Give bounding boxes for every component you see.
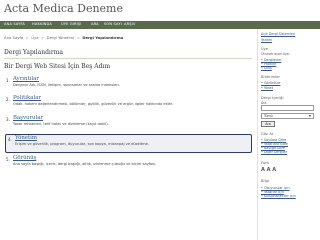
site-title[interactable]: Acta Medica Deneme xyxy=(4,2,123,15)
nav-about[interactable]: Hakkında xyxy=(32,22,52,26)
breadcrumb-current[interactable]: Dergi Yapılandırma xyxy=(82,35,123,40)
help-link[interactable]: Yardım xyxy=(261,38,272,42)
step-item: 3. Başvurular Yazar rehberleri, telif ha… xyxy=(4,115,253,132)
page: Acta Medica Deneme Ana Sayfa Hakkında Üy… xyxy=(0,0,320,240)
notifications-heading: Bildirimler xyxy=(261,75,281,79)
sidebar-link-logout[interactable]: Çıkış xyxy=(261,66,272,70)
breadcrumb-management[interactable]: Dergi Yönetimi xyxy=(47,35,75,40)
step-number: 1. xyxy=(6,78,10,83)
system-link[interactable]: Açık Dergi Sistemleri xyxy=(261,32,295,36)
step-description: Yazar rehberleri, telif hakkı ve dizinle… xyxy=(13,122,109,126)
user-heading: Üye xyxy=(261,47,269,51)
step-description: Ana sayfa başlığı, içerik, dergi başlığı… xyxy=(13,162,157,166)
step-number: 3. xyxy=(6,117,10,122)
search-scope-select[interactable]: Tümü ▼ xyxy=(261,113,314,119)
step-link-appearance[interactable]: Görünüş xyxy=(13,155,36,161)
step-link-policies[interactable]: Politikalar xyxy=(13,95,41,101)
sidebar-link-manage[interactable]: Yönet xyxy=(261,86,273,90)
step-item: 5. Görünüş Ana sayfa başlığı, içerik, de… xyxy=(4,155,253,172)
section-heading: Bir Dergi Web Sitesi İçin Beş Adım xyxy=(4,63,111,70)
breadcrumb-separator: > xyxy=(75,35,82,40)
step-number: 5. xyxy=(6,157,10,162)
user-text: Oturum açan üye: xyxy=(261,52,290,56)
nav-archive[interactable]: Arşiv xyxy=(124,22,136,26)
info-for-librarians[interactable]: Kütüphaneciler İçin xyxy=(261,194,296,198)
nav-home[interactable]: Ana Sayfa xyxy=(4,22,25,26)
breadcrumb-user[interactable]: Üye xyxy=(31,35,38,40)
step-link-details[interactable]: Ayrıntılar xyxy=(13,76,39,82)
breadcrumb-separator: > xyxy=(39,35,46,40)
main-nav: Ana Sayfa Hakkında Üye Girişi Ara Son Sa… xyxy=(0,21,320,29)
nav-search[interactable]: Ara xyxy=(91,22,99,26)
search-button[interactable]: Ara xyxy=(261,121,275,127)
header: Acta Medica Deneme xyxy=(0,0,320,20)
browse-heading: Göz At xyxy=(261,132,274,136)
page-title: Dergi Yapılandırma xyxy=(4,49,63,56)
search-scope-value: Tümü xyxy=(264,114,273,118)
font-heading: Font xyxy=(261,161,270,165)
step-description: Erişim ve güvenlik, program, duyurular, … xyxy=(15,142,150,146)
browse-other-journals[interactable]: Diğer Dergiler xyxy=(261,150,287,154)
font-size-controls[interactable]: A A A xyxy=(261,167,276,173)
journal-content-heading: Dergi İçeriği xyxy=(261,96,284,100)
info-heading: Bilgi xyxy=(261,179,270,183)
step-item: 1. Ayrıntılar Derginin Adı, ISSN, iletiş… xyxy=(4,76,253,93)
step-item-highlighted: 4. Yönetim Erişim ve güvenlik, program, … xyxy=(5,134,252,153)
step-link-submissions[interactable]: Başvurular xyxy=(13,115,43,121)
breadcrumb-home[interactable]: Ana Sayfa xyxy=(4,35,23,40)
breadcrumb: Ana Sayfa > Üye > Dergi Yönetimi > Dergi… xyxy=(4,35,123,40)
step-item: 2. Politikalar Odak, hakem değerlendirme… xyxy=(4,95,253,112)
nav-user[interactable]: Üye Girişi xyxy=(61,22,81,26)
step-number: 4. xyxy=(8,137,12,142)
search-input[interactable] xyxy=(261,105,314,111)
main-content: Dergi Yapılandırma Bir Dergi Web Sitesi … xyxy=(0,41,255,240)
step-number: 2. xyxy=(6,97,10,102)
step-description: Derginin Adı, ISSN, iletişim, sponsorlar… xyxy=(13,83,120,87)
breadcrumb-separator: > xyxy=(24,35,31,40)
step-description: Odak, hakem değerlendirmesi, bölümler, g… xyxy=(13,102,174,106)
sidebar-link-view[interactable]: Görüntüle xyxy=(261,81,280,85)
divider xyxy=(4,58,252,59)
chevron-down-icon: ▼ xyxy=(308,114,311,118)
nav-current[interactable]: Son Sayı xyxy=(104,22,122,26)
sidebar: Açık Dergi Sistemleri Yardım Üye Oturum … xyxy=(257,29,320,240)
step-link-management[interactable]: Yönetim xyxy=(15,135,37,141)
